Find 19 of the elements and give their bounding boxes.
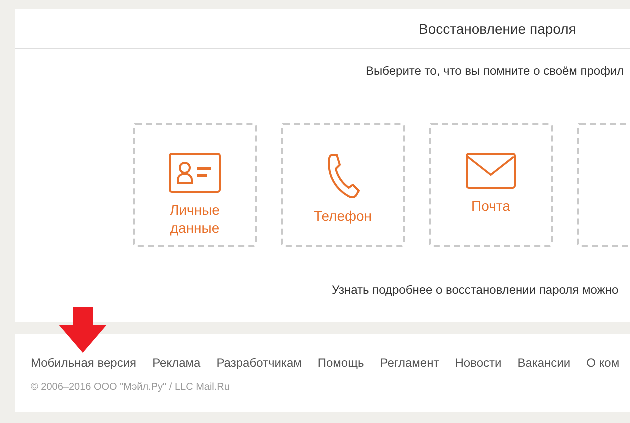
footer-link[interactable]: Помощь	[318, 356, 364, 370]
option-label: Телефон	[312, 207, 374, 225]
page-title: Восстановление пароля	[419, 20, 576, 36]
phone-icon	[326, 153, 360, 199]
option-label: Почта	[470, 197, 512, 215]
footer-link[interactable]: Вакансии	[518, 356, 571, 370]
footer-link[interactable]: Новости	[455, 356, 502, 370]
footer-link[interactable]: Регламент	[380, 356, 440, 370]
footer-link[interactable]: Реклама	[152, 356, 201, 370]
envelope-icon	[466, 153, 516, 189]
prompt-text: Выберите то, что вы помните о своём профил	[366, 64, 626, 78]
footer-link[interactable]: Разработчикам	[216, 356, 302, 370]
copyright-text: © 2006–2016 ООО "Мэйл.Ру" / LLC Mail.Ru	[31, 382, 231, 393]
info-text: Узнать подробнее о восстановлении пароля можно	[332, 283, 620, 297]
down-arrow-icon	[59, 307, 107, 353]
id-card-icon	[169, 153, 221, 193]
footer-link[interactable]: Мобильная версия	[31, 356, 137, 370]
footer-link[interactable]: О ком	[586, 356, 620, 370]
option-label: Личные данные	[169, 201, 221, 237]
